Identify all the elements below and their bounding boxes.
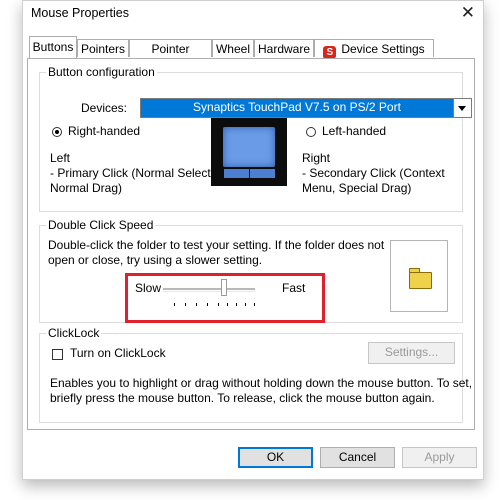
- mouse-properties-dialog: Mouse Properties ✕ Buttons Pointers Poin…: [22, 0, 484, 480]
- close-icon[interactable]: ✕: [461, 3, 475, 23]
- double-click-desc-line1: Double-click the folder to test your set…: [48, 238, 385, 252]
- touchpad-surface: [223, 127, 275, 167]
- apply-button[interactable]: Apply: [402, 447, 477, 468]
- clicklock-group: ClickLock Turn on ClickLock Settings... …: [39, 326, 472, 423]
- touchpad-image: [211, 118, 287, 186]
- tab-wheel[interactable]: Wheel: [212, 39, 254, 57]
- folder-icon[interactable]: [409, 272, 432, 289]
- test-folder-area[interactable]: [390, 240, 448, 312]
- devices-label: Devices:: [81, 101, 128, 115]
- tab-buttons[interactable]: Buttons: [29, 36, 77, 58]
- clicklock-desc-line2: briefly press the mouse button. To relea…: [50, 391, 435, 405]
- devices-selected-value: Synaptics TouchPad V7.5 on PS/2 Port: [193, 100, 401, 114]
- clicklock-desc-line1: Enables you to highlight or drag without…: [50, 376, 473, 390]
- double-click-speed-group: Double Click Speed Double-click the fold…: [39, 218, 463, 323]
- tab-device-settings[interactable]: S Device Settings: [314, 39, 434, 59]
- left-button-desc-line2: Normal Drag): [50, 181, 123, 195]
- double-click-desc-line2: open or close, try using a slower settin…: [48, 253, 263, 267]
- annotation-highlight-box: [125, 273, 325, 323]
- title-bar: Mouse Properties ✕: [23, 1, 483, 27]
- right-handed-label: Right-handed: [68, 124, 141, 138]
- left-handed-radio[interactable]: [306, 127, 316, 137]
- right-handed-radio[interactable]: [52, 127, 62, 137]
- chevron-down-icon[interactable]: [453, 99, 471, 117]
- clicklock-settings-button[interactable]: Settings...: [368, 342, 455, 364]
- touchpad-left-button: [224, 169, 249, 178]
- group-title: ClickLock: [46, 326, 102, 340]
- ok-button[interactable]: OK: [238, 447, 313, 468]
- group-title: Double Click Speed: [46, 218, 156, 232]
- tab-pointer-options[interactable]: Pointer Options: [129, 39, 212, 74]
- tab-pointers[interactable]: Pointers: [77, 39, 129, 57]
- clicklock-checkbox[interactable]: [52, 349, 63, 360]
- touchpad-right-button: [250, 169, 275, 178]
- left-button-desc-line1: - Primary Click (Normal Select,: [50, 166, 215, 180]
- window-title: Mouse Properties: [31, 6, 129, 20]
- tab-hardware[interactable]: Hardware: [254, 39, 314, 57]
- left-handed-label: Left-handed: [322, 124, 387, 138]
- group-title: Button configuration: [46, 65, 157, 79]
- left-button-title: Left: [50, 151, 71, 165]
- clicklock-checkbox-label: Turn on ClickLock: [70, 346, 166, 360]
- right-button-title: Right: [302, 151, 331, 165]
- cancel-button[interactable]: Cancel: [320, 447, 395, 468]
- button-configuration-group: Button configuration Devices: Synaptics …: [39, 65, 472, 212]
- right-button-desc-line2: Menu, Special Drag): [302, 181, 412, 195]
- devices-dropdown[interactable]: Synaptics TouchPad V7.5 on PS/2 Port: [140, 98, 472, 118]
- buttons-tab-panel: Button configuration Devices: Synaptics …: [27, 58, 475, 430]
- right-button-desc-line1: - Secondary Click (Context: [302, 166, 445, 180]
